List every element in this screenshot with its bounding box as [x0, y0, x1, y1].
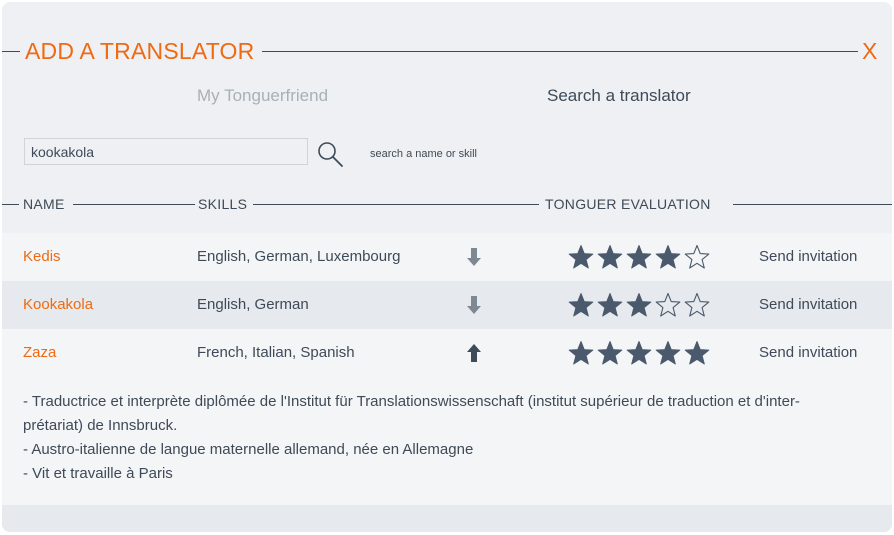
table-row: Kookakola English, German Send invitatio…: [2, 281, 892, 329]
star-filled-icon: [597, 245, 623, 269]
column-rule: [2, 204, 19, 205]
star-filled-icon: [626, 293, 652, 317]
translator-skills: French, Italian, Spanish: [197, 344, 355, 361]
header-rule-right: [262, 51, 858, 52]
star-filled-icon: [568, 293, 594, 317]
search-icon[interactable]: [316, 140, 344, 168]
column-rule: [253, 204, 539, 205]
search-input[interactable]: [24, 138, 308, 165]
detail-line: - Traductrice et interprète diplômée de …: [23, 393, 800, 410]
translator-name-link[interactable]: Zaza: [23, 344, 56, 361]
rating-stars: [568, 244, 710, 270]
send-invitation-button[interactable]: Send invitation: [759, 296, 857, 313]
detail-line: - Austro-italienne de langue maternelle …: [23, 441, 474, 458]
star-filled-icon: [597, 293, 623, 317]
star-filled-icon: [655, 245, 681, 269]
arrow-up-icon[interactable]: [465, 342, 483, 364]
star-filled-icon: [568, 245, 594, 269]
header-rule-left: [2, 51, 20, 52]
star-filled-icon: [626, 341, 652, 365]
arrow-down-icon[interactable]: [465, 246, 483, 268]
add-translator-dialog: ADD A TRANSLATOR X My Tonguerfriend Sear…: [2, 2, 892, 532]
star-empty-icon: [655, 292, 681, 317]
arrow-down-icon[interactable]: [465, 294, 483, 316]
translator-name-link[interactable]: Kedis: [23, 248, 61, 265]
translator-details: - Traductrice et interprète diplômée de …: [2, 377, 892, 505]
send-invitation-button[interactable]: Send invitation: [759, 344, 857, 361]
star-filled-icon: [568, 341, 594, 365]
column-rule: [733, 204, 892, 205]
send-invitation-button[interactable]: Send invitation: [759, 248, 857, 265]
tab-my-tonguerfriend[interactable]: My Tonguerfriend: [197, 86, 328, 106]
table-row: Kedis English, German, Luxembourg Send i…: [2, 233, 892, 281]
detail-line: - Vit et travaille à Paris: [23, 465, 173, 482]
star-filled-icon: [626, 245, 652, 269]
rating-stars: [568, 340, 710, 366]
star-empty-icon: [684, 292, 710, 317]
column-rule: [73, 204, 195, 205]
star-filled-icon: [597, 341, 623, 365]
translator-skills: English, German, Luxembourg: [197, 248, 401, 265]
tab-search-translator[interactable]: Search a translator: [547, 86, 691, 106]
star-filled-icon: [684, 341, 710, 365]
column-header-skills: SKILLS: [198, 196, 248, 212]
column-header-evaluation: TONGUER EVALUATION: [545, 196, 711, 212]
close-button[interactable]: X: [862, 38, 877, 65]
star-empty-icon: [684, 244, 710, 269]
column-header-name: NAME: [23, 196, 65, 212]
rating-stars: [568, 292, 710, 318]
table-row: Zaza French, Italian, Spanish Send invit…: [2, 329, 892, 377]
detail-line: prétariat) de Innsbruck.: [23, 417, 178, 434]
dialog-title: ADD A TRANSLATOR: [25, 38, 255, 64]
translator-name-link[interactable]: Kookakola: [23, 296, 93, 313]
search-hint: search a name or skill: [370, 148, 477, 160]
translator-skills: English, German: [197, 296, 309, 313]
dialog-header: ADD A TRANSLATOR X: [2, 36, 892, 66]
star-filled-icon: [655, 341, 681, 365]
dialog-footer: [2, 505, 892, 532]
